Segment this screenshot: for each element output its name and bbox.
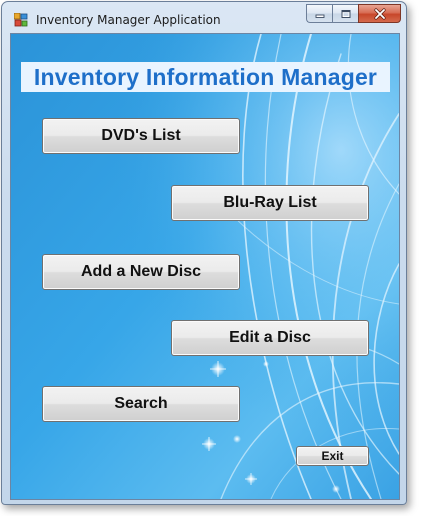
add-disc-button[interactable]: Add a New Disc (42, 254, 240, 290)
app-window-icon (13, 12, 28, 27)
minimize-icon (315, 14, 324, 18)
search-button[interactable]: Search (42, 386, 240, 422)
minimize-button[interactable] (306, 4, 332, 23)
close-icon (373, 7, 386, 20)
window-title: Inventory Manager Application (36, 13, 221, 27)
dvds-list-button[interactable]: DVD's List (42, 118, 240, 154)
bluray-list-button[interactable]: Blu-Ray List (171, 185, 369, 221)
close-button[interactable] (358, 4, 401, 23)
form-client-area: Inventory Information Manager DVD's List… (10, 33, 400, 500)
caption-buttons (306, 4, 401, 24)
app-window: Inventory Manager Application Inventory … (1, 1, 407, 505)
edit-disc-button[interactable]: Edit a Disc (171, 320, 369, 356)
title-bar[interactable]: Inventory Manager Application (2, 2, 406, 34)
page-title: Inventory Information Manager (21, 62, 390, 92)
maximize-button[interactable] (332, 4, 358, 23)
exit-button[interactable]: Exit (296, 446, 369, 466)
maximize-icon (341, 9, 350, 18)
